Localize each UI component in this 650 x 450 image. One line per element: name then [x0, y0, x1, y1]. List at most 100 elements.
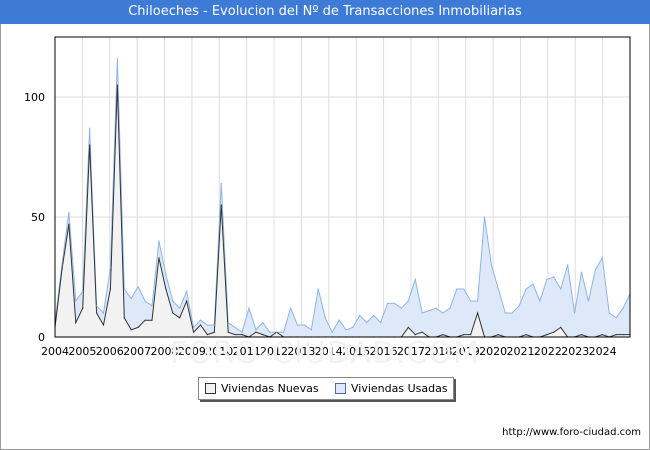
data-point-usadas [359, 314, 361, 316]
data-point-nuevas [407, 326, 409, 328]
data-point-usadas [75, 300, 77, 302]
data-point-nuevas [186, 300, 188, 302]
data-point-nuevas [151, 319, 153, 321]
data-point-usadas [296, 324, 299, 326]
legend-label-usadas: Viviendas Usadas [351, 382, 448, 395]
data-point-nuevas [130, 329, 132, 331]
data-point-usadas [109, 266, 112, 268]
data-point-usadas [172, 300, 174, 302]
data-point-usadas [470, 300, 472, 302]
data-point-usadas [525, 288, 527, 290]
data-point-usadas [622, 307, 624, 309]
legend-label-nuevas: Viviendas Nuevas [221, 382, 319, 395]
data-point-nuevas [165, 288, 167, 290]
data-point-usadas [518, 305, 520, 307]
data-point-nuevas [220, 204, 222, 206]
data-point-usadas [331, 331, 333, 333]
data-point-usadas [220, 182, 222, 184]
data-point-nuevas [144, 319, 146, 321]
data-point-usadas [386, 302, 389, 304]
data-point-usadas [511, 312, 513, 314]
data-point-usadas [497, 288, 499, 290]
data-point-usadas [380, 322, 382, 324]
data-point-usadas [61, 264, 63, 266]
data-point-usadas [192, 326, 195, 328]
data-point-usadas [567, 264, 569, 266]
series-areas [54, 58, 631, 338]
data-point-usadas [213, 324, 215, 326]
data-point-usadas [428, 310, 430, 312]
data-point-usadas [186, 290, 188, 292]
data-point-usadas [255, 329, 257, 331]
data-point-nuevas [213, 331, 215, 333]
data-point-usadas [310, 329, 312, 331]
legend-item-usadas: Viviendas Usadas [335, 382, 451, 395]
watermark: FORO-CIUDAD.COM [170, 336, 480, 371]
data-point-nuevas [192, 331, 195, 333]
data-point-usadas [352, 326, 354, 328]
data-point-usadas [123, 288, 125, 290]
data-point-usadas [490, 264, 493, 266]
area-viviendas-usadas [55, 58, 630, 337]
data-point-usadas [89, 127, 91, 129]
data-point-usadas [476, 300, 479, 302]
data-point-usadas [303, 324, 305, 326]
data-point-nuevas [123, 317, 125, 319]
data-point-usadas [504, 312, 506, 314]
data-point-usadas [227, 322, 229, 324]
data-point-usadas [435, 307, 437, 309]
data-point-nuevas [102, 324, 105, 326]
data-point-usadas [414, 278, 416, 280]
data-point-usadas [615, 317, 617, 319]
data-point-usadas [483, 216, 486, 218]
data-point-nuevas [199, 324, 202, 326]
y-tick-label: 100 [24, 91, 45, 104]
data-point-nuevas [109, 288, 112, 290]
data-point-usadas [463, 288, 465, 290]
data-point-usadas [608, 312, 610, 314]
data-point-nuevas [116, 84, 118, 86]
data-point-usadas [82, 290, 84, 292]
data-point-usadas [393, 302, 396, 304]
data-point-usadas [248, 307, 250, 309]
data-point-nuevas [553, 331, 555, 333]
data-point-usadas [283, 331, 285, 333]
data-point-nuevas [158, 257, 160, 259]
data-point-usadas [442, 312, 444, 314]
data-point-usadas [151, 305, 153, 307]
data-point-usadas [539, 300, 541, 302]
data-point-usadas [137, 286, 139, 288]
legend: Viviendas Nuevas Viviendas Usadas [198, 377, 454, 400]
data-point-usadas [338, 319, 340, 321]
data-point-usadas [269, 331, 271, 333]
data-point-usadas [234, 326, 236, 328]
data-point-usadas [546, 278, 548, 280]
data-point-usadas [262, 322, 264, 324]
data-point-nuevas [95, 312, 98, 314]
data-point-nuevas [68, 223, 70, 225]
data-point-usadas [587, 300, 590, 302]
data-point-usadas [407, 300, 409, 302]
data-point-usadas [68, 211, 70, 213]
data-point-usadas [366, 322, 368, 324]
data-point-usadas [317, 288, 319, 290]
data-point-usadas [421, 312, 423, 314]
data-point-nuevas [75, 322, 77, 324]
data-point-nuevas [172, 312, 174, 314]
data-point-nuevas [421, 331, 423, 333]
data-point-usadas [345, 329, 347, 331]
data-point-nuevas [227, 331, 229, 333]
data-point-nuevas [179, 317, 181, 319]
data-point-nuevas [560, 326, 562, 328]
data-point-nuevas [137, 326, 139, 328]
source-link[interactable]: http://www.foro-ciudad.com [502, 427, 641, 438]
legend-swatch-nuevas [205, 383, 216, 394]
y-tick-label: 50 [31, 211, 45, 224]
legend-swatch-usadas [335, 383, 346, 394]
data-point-usadas [102, 312, 105, 314]
data-point-usadas [276, 331, 278, 333]
data-point-usadas [95, 305, 98, 307]
y-axis-ticks: 050100 [24, 91, 45, 344]
data-point-usadas [400, 307, 402, 309]
data-point-usadas [206, 324, 209, 326]
